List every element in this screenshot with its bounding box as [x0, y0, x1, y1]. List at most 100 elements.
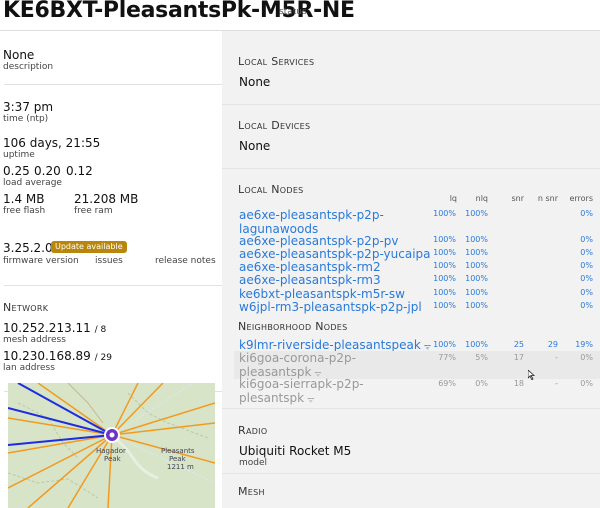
lan-ip-value: 10.230.168.89 / 29: [3, 349, 112, 363]
nlq-value: 100%: [465, 261, 488, 270]
local-node-row: ae6xe-pleasantspk-p2p-pv 100% 100% 0%: [238, 234, 600, 248]
mesh-title: Mesh: [238, 485, 265, 498]
node-map[interactable]: Hagador Peak Pleasants Peak 1211 m: [8, 383, 215, 508]
mesh-mask: / 8: [94, 325, 107, 335]
release-notes-link[interactable]: release notes: [155, 256, 216, 266]
neighbor-node-link[interactable]: ki6goa-corona-p2p-pleasantspk ᯤ: [239, 351, 356, 379]
local-node-link[interactable]: ae6xe-pleasantspk-p2p-yucaipa: [239, 247, 431, 261]
lq-value: 100%: [433, 235, 456, 244]
local-node-row: w6jpl-rm3-pleasantspk-p2p-jpl 100% 100% …: [238, 300, 600, 314]
nlq-value: 100%: [465, 340, 488, 349]
local-node-row: ae6xe-pleasantspk-rm2 100% 100% 0%: [238, 260, 600, 274]
local-node-link[interactable]: ae6xe-pleasantspk-p2p-lagunawoods: [239, 208, 384, 236]
neighborhood-nodes-title: Neighborhood Nodes: [238, 320, 348, 333]
errors-value: 0%: [580, 274, 593, 283]
load-label: load average: [3, 178, 62, 188]
free-flash-value: 1.4 MB: [3, 192, 45, 206]
free-ram-label: free ram: [74, 206, 113, 216]
time-label: time (ntp): [3, 114, 49, 124]
local-node-row: ae6xe-pleasantspk-p2p-yucaipa 100% 100% …: [238, 247, 600, 261]
nlq-value: 100%: [465, 274, 488, 283]
map-label-hagador-sub: Peak: [104, 455, 121, 463]
neighbor-node-row: k9lmr-riverside-pleasantspeak ᯤ 100% 100%…: [238, 338, 600, 352]
lan-address-label: lan address: [3, 363, 55, 373]
lq-value: 100%: [433, 301, 456, 310]
map-label-pleasants: Pleasants: [161, 447, 195, 455]
load-15min: 0.12: [66, 164, 93, 178]
col-nlq: nlq: [475, 194, 488, 203]
right-panel: Local Services None Local Devices None L…: [222, 31, 600, 508]
free-ram-value: 21.208 MB: [74, 192, 139, 206]
nlq-value: 100%: [465, 288, 488, 297]
load-1min: 0.25: [3, 164, 30, 178]
local-node-row: ae6xe-pleasantspk-rm3 100% 100% 0%: [238, 273, 600, 287]
map-label-elevation: 1211 m: [167, 463, 194, 471]
radio-model-value: Ubiquiti Rocket M5: [239, 444, 352, 458]
uptime-value: 106 days, 21:55: [3, 136, 101, 150]
status-label[interactable]: status: [279, 7, 307, 17]
local-node-link[interactable]: ke6bxt-pleasantspk-m5r-sw: [239, 287, 405, 301]
network-section-title: Network: [3, 301, 49, 314]
errors-value: 0%: [580, 288, 593, 297]
nlq-value: 100%: [465, 209, 488, 218]
uptime-label: uptime: [3, 150, 35, 160]
lq-value: 100%: [433, 288, 456, 297]
nlq-value: 100%: [465, 301, 488, 310]
local-nodes-title: Local Nodes: [238, 183, 304, 196]
errors-value: 0%: [580, 248, 593, 257]
nsnr-value: 29: [547, 340, 558, 349]
lq-value: 77%: [438, 353, 456, 362]
local-services-value: None: [239, 75, 271, 89]
neighbor-node-row: ki6goa-sierrapk-p2p-plesantspk ᯤ 69% 0% 1…: [238, 377, 600, 405]
wifi-icon: ᯤ: [307, 395, 315, 404]
nlq-value: 0%: [475, 379, 488, 388]
nlq-value: 100%: [465, 248, 488, 257]
col-nsnr: n snr: [537, 194, 558, 203]
radio-title: Radio: [238, 424, 268, 437]
lq-value: 100%: [433, 261, 456, 270]
description-label: description: [3, 62, 54, 72]
nsnr-value: -: [555, 353, 558, 362]
neighbor-node-link[interactable]: k9lmr-riverside-pleasantspeak ᯤ: [239, 338, 431, 352]
local-devices-title: Local Devices: [238, 119, 311, 132]
mesh-ip-value: 10.252.213.11 / 8: [3, 321, 107, 335]
errors-value: 0%: [580, 235, 593, 244]
errors-value: 0%: [580, 209, 593, 218]
col-errors: errors: [569, 194, 593, 203]
free-flash-label: free flash: [3, 206, 46, 216]
local-node-link[interactable]: w6jpl-rm3-pleasantspk-p2p-jpl: [239, 300, 422, 314]
description-value: None: [3, 48, 35, 62]
nsnr-value: -: [555, 379, 558, 388]
firmware-version-label: firmware version: [3, 256, 79, 266]
lq-value: 100%: [433, 248, 456, 257]
nlq-value: 100%: [465, 235, 488, 244]
neighbor-node-link[interactable]: ki6goa-sierrapk-p2p-plesantspk ᯤ: [239, 377, 364, 405]
mesh-address-label: mesh address: [3, 335, 66, 345]
load-5min: 0.20: [34, 164, 61, 178]
divider: [222, 104, 600, 105]
local-node-link[interactable]: ae6xe-pleasantspk-rm2: [239, 260, 381, 274]
local-node-link[interactable]: ae6xe-pleasantspk-p2p-pv: [239, 234, 399, 248]
divider: [222, 408, 600, 409]
mouse-cursor-icon: [528, 370, 536, 380]
map-label-hagador: Hagador: [96, 447, 126, 455]
firmware-version-value: 3.25.2.0: [3, 241, 53, 255]
lan-mask: / 29: [94, 353, 112, 363]
map-canvas: [8, 383, 215, 508]
divider: [222, 473, 600, 474]
errors-value: 19%: [575, 340, 593, 349]
errors-value: 0%: [580, 379, 593, 388]
nlq-value: 5%: [475, 353, 488, 362]
lq-value: 100%: [433, 209, 456, 218]
local-devices-value: None: [239, 139, 271, 153]
time-value: 3:37 pm: [3, 100, 54, 114]
radio-model-label: model: [239, 458, 268, 468]
page-header: KE6BXT-PleasantsPk-M5R-NE status: [0, 0, 600, 31]
divider: [4, 84, 222, 85]
issues-link[interactable]: issues: [95, 256, 123, 266]
local-node-link[interactable]: ae6xe-pleasantspk-rm3: [239, 273, 381, 287]
errors-value: 0%: [580, 353, 593, 362]
errors-value: 0%: [580, 261, 593, 270]
local-node-row: ke6bxt-pleasantspk-m5r-sw 100% 100% 0%: [238, 287, 600, 301]
update-available-badge[interactable]: Update available: [51, 241, 127, 253]
